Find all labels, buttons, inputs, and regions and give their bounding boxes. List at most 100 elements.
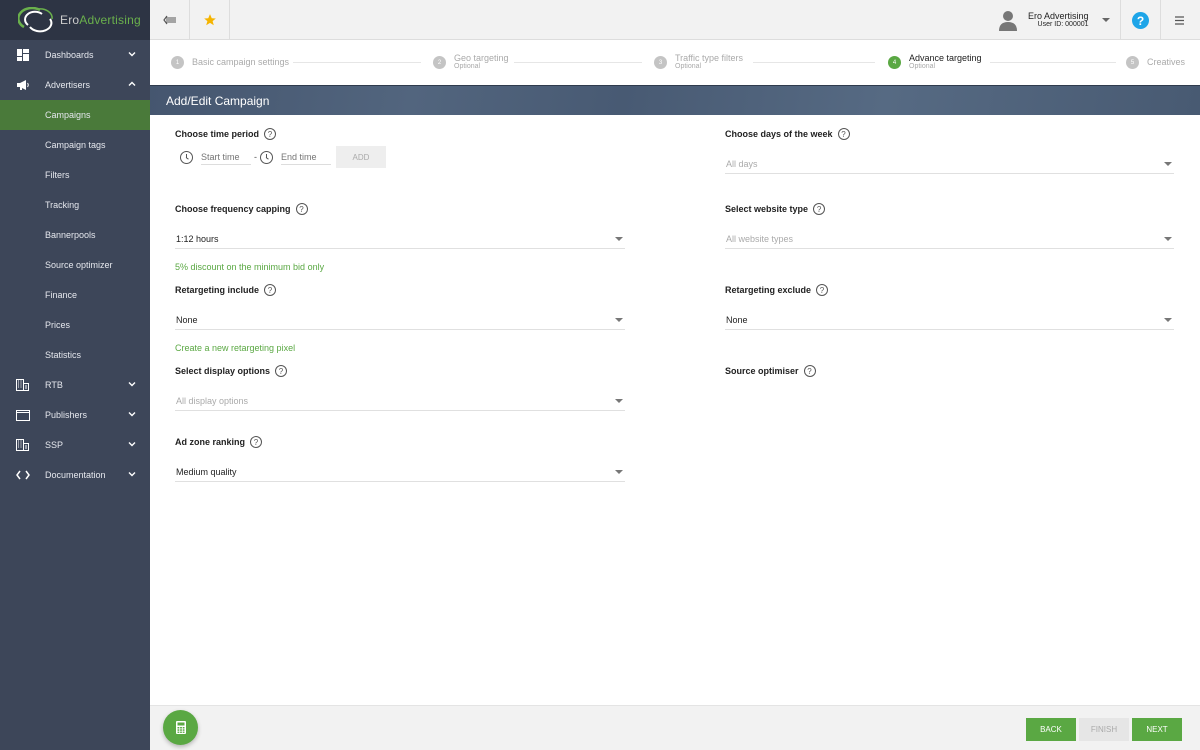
calculator-button[interactable] bbox=[163, 710, 198, 745]
chevron-down-icon bbox=[128, 472, 136, 477]
sidebar-item-publishers[interactable]: Publishers bbox=[0, 400, 150, 430]
step-advance-targeting[interactable]: 4 Advance targeting Optional bbox=[888, 53, 982, 71]
step-traffic-type-filters[interactable]: 3 Traffic type filters Optional bbox=[654, 53, 743, 71]
retargeting-include-select[interactable]: None bbox=[175, 310, 625, 330]
days-of-week-label: Choose days of the week? bbox=[725, 128, 850, 140]
chevron-up-icon bbox=[128, 81, 136, 86]
display-options-label: Select display options? bbox=[175, 365, 288, 377]
dropdown-arrow-icon bbox=[1164, 318, 1172, 322]
frequency-discount-note: 5% discount on the minimum bid only bbox=[175, 262, 325, 272]
frequency-capping-select[interactable]: 1:12 hours bbox=[175, 229, 625, 249]
step-geo-targeting[interactable]: 2 Geo targeting Optional bbox=[433, 53, 509, 71]
wizard-stepper: 1 Basic campaign settings 2 Geo targetin… bbox=[150, 40, 1200, 85]
sidebar-item-bannerpools[interactable]: Bannerpools bbox=[0, 220, 150, 250]
sidebar-item-filters[interactable]: Filters bbox=[0, 160, 150, 190]
sidebar-item-statistics[interactable]: Statistics bbox=[0, 340, 150, 370]
help-icon: ? bbox=[1132, 11, 1149, 29]
website-type-select[interactable]: All website types bbox=[725, 229, 1174, 249]
dropdown-arrow-icon bbox=[615, 318, 623, 322]
step-creatives[interactable]: 5 Creatives bbox=[1126, 55, 1185, 69]
step-connector bbox=[514, 62, 642, 63]
help-circle-icon[interactable]: ? bbox=[816, 284, 829, 296]
finish-button[interactable]: FINISH bbox=[1079, 718, 1129, 741]
chevron-down-icon bbox=[128, 52, 136, 57]
megaphone-icon bbox=[0, 80, 45, 90]
sidebar-item-campaigns[interactable]: Campaigns bbox=[0, 100, 150, 130]
sidebar-item-prices[interactable]: Prices bbox=[0, 310, 150, 340]
next-button[interactable]: NEXT bbox=[1132, 718, 1182, 741]
dropdown-arrow-icon bbox=[1164, 162, 1172, 166]
help-circle-icon[interactable]: ? bbox=[837, 128, 850, 140]
sidebar-item-tracking[interactable]: Tracking bbox=[0, 190, 150, 220]
building-icon bbox=[0, 379, 45, 391]
dropdown-arrow-icon bbox=[1164, 237, 1172, 241]
time-period-label: Choose time period? bbox=[175, 128, 277, 140]
top-header: Ero Advertising User ID: 000001 ? bbox=[150, 0, 1200, 40]
avatar bbox=[999, 11, 1017, 31]
end-time-input[interactable] bbox=[281, 149, 331, 165]
add-time-button[interactable]: ADD bbox=[336, 146, 386, 168]
building-icon bbox=[0, 439, 45, 451]
collapse-sidebar-button[interactable] bbox=[150, 0, 190, 40]
caret-down-icon bbox=[1101, 17, 1110, 22]
step-basic-campaign-settings[interactable]: 1 Basic campaign settings bbox=[171, 55, 289, 69]
logo[interactable]: EroAdvertising bbox=[0, 0, 150, 40]
sidebar-item-advertisers[interactable]: Advertisers bbox=[0, 70, 150, 100]
page-title: Add/Edit Campaign bbox=[150, 85, 1200, 115]
brand-name: EroAdvertising bbox=[60, 13, 141, 27]
dropdown-arrow-icon bbox=[615, 470, 623, 474]
help-button[interactable]: ? bbox=[1120, 0, 1160, 40]
list-menu-icon bbox=[1174, 15, 1187, 25]
svg-text:?: ? bbox=[1137, 14, 1144, 28]
sidebar-item-campaign-tags[interactable]: Campaign tags bbox=[0, 130, 150, 160]
footer-bar: BACK FINISH NEXT bbox=[150, 705, 1200, 750]
dropdown-arrow-icon bbox=[615, 399, 623, 403]
step-connector bbox=[990, 62, 1116, 63]
logo-icon bbox=[18, 7, 53, 33]
frequency-capping-label: Choose frequency capping? bbox=[175, 203, 308, 215]
help-circle-icon[interactable]: ? bbox=[275, 365, 288, 377]
help-circle-icon[interactable]: ? bbox=[264, 128, 277, 140]
chevron-down-icon bbox=[128, 382, 136, 387]
code-icon bbox=[0, 470, 45, 480]
retargeting-include-label: Retargeting include? bbox=[175, 284, 277, 296]
create-retargeting-pixel-link[interactable]: Create a new retargeting pixel bbox=[175, 343, 295, 353]
help-circle-icon[interactable]: ? bbox=[295, 203, 308, 215]
collapse-menu-icon bbox=[162, 15, 176, 25]
help-circle-icon[interactable]: ? bbox=[813, 203, 826, 215]
ad-zone-ranking-select[interactable]: Medium quality bbox=[175, 462, 625, 482]
website-type-label: Select website type? bbox=[725, 203, 826, 215]
user-name: Ero Advertising bbox=[1028, 11, 1089, 21]
chevron-down-icon bbox=[128, 442, 136, 447]
sidebar-item-finance[interactable]: Finance bbox=[0, 280, 150, 310]
clock-icon bbox=[260, 150, 273, 164]
display-options-select[interactable]: All display options bbox=[175, 391, 625, 411]
back-button[interactable]: BACK bbox=[1026, 718, 1076, 741]
sidebar: EroAdvertising Dashboards Advertisers Ca… bbox=[0, 0, 150, 750]
help-circle-icon[interactable]: ? bbox=[803, 365, 816, 377]
help-circle-icon[interactable]: ? bbox=[264, 284, 277, 296]
days-of-week-select[interactable]: All days bbox=[725, 154, 1174, 174]
sidebar-item-documentation[interactable]: Documentation bbox=[0, 460, 150, 490]
step-connector bbox=[293, 62, 421, 63]
user-menu[interactable]: Ero Advertising User ID: 000001 bbox=[998, 0, 1110, 40]
retargeting-exclude-select[interactable]: None bbox=[725, 310, 1174, 330]
star-icon bbox=[203, 14, 216, 26]
retargeting-exclude-label: Retargeting exclude? bbox=[725, 284, 829, 296]
dropdown-arrow-icon bbox=[615, 237, 623, 241]
help-circle-icon[interactable]: ? bbox=[250, 436, 263, 448]
source-optimiser-label: Source optimiser? bbox=[725, 365, 816, 377]
menu-button[interactable] bbox=[1160, 0, 1200, 40]
window-icon bbox=[0, 409, 45, 421]
sidebar-item-ssp[interactable]: SSP bbox=[0, 430, 150, 460]
user-id: User ID: 000001 bbox=[1037, 21, 1089, 28]
dashboard-icon bbox=[0, 49, 45, 61]
favorites-button[interactable] bbox=[190, 0, 230, 40]
time-period-row: - ADD bbox=[180, 146, 386, 168]
clock-icon bbox=[180, 150, 193, 164]
sidebar-item-rtb[interactable]: RTB bbox=[0, 370, 150, 400]
sidebar-item-source-optimizer[interactable]: Source optimizer bbox=[0, 250, 150, 280]
sidebar-item-dashboards[interactable]: Dashboards bbox=[0, 40, 150, 70]
step-connector bbox=[753, 62, 875, 63]
start-time-input[interactable] bbox=[201, 149, 251, 165]
